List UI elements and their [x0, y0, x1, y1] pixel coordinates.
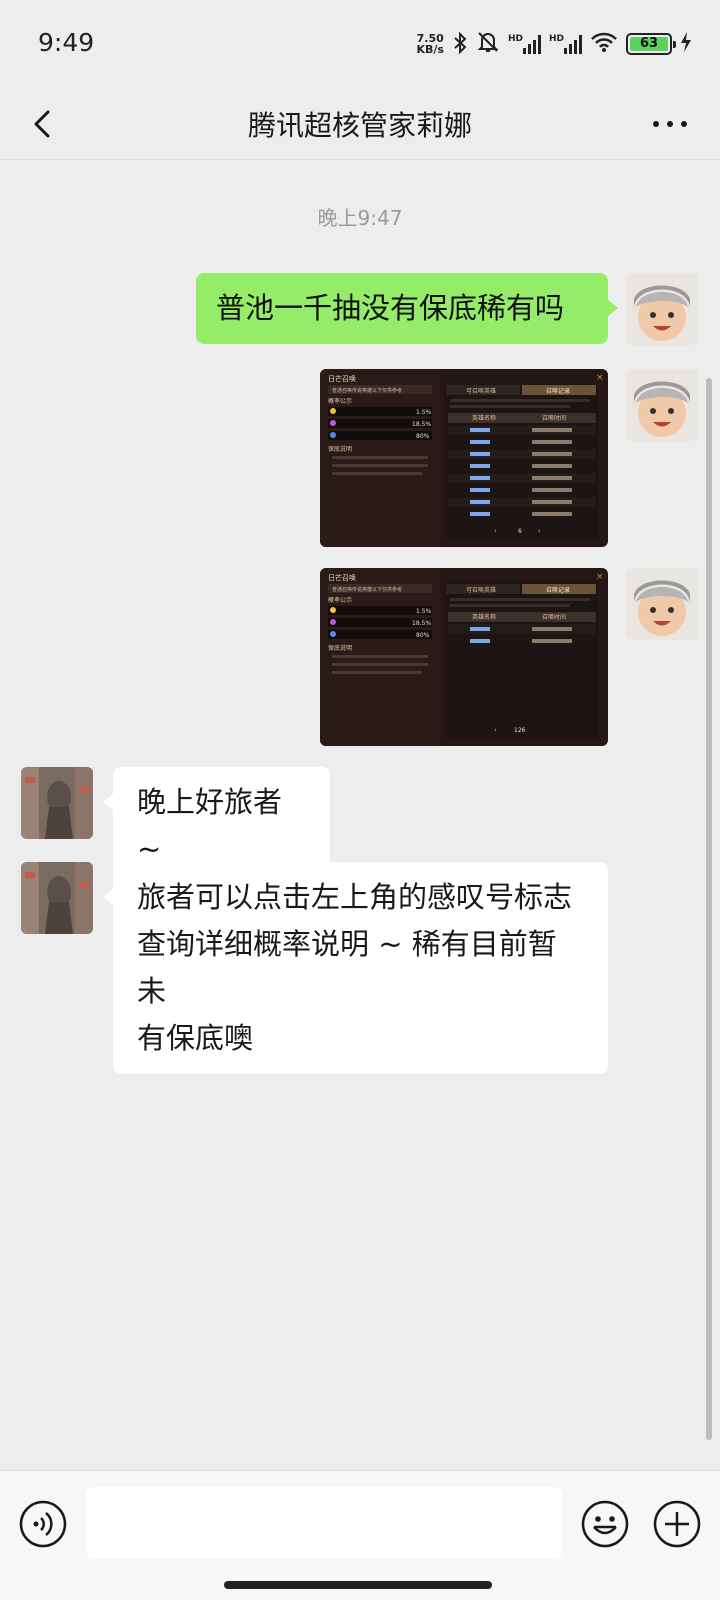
contact-avatar[interactable]	[21, 767, 93, 839]
message-timestamp: 晚上9:47	[317, 206, 403, 230]
svg-text:日芒召唤: 日芒召唤	[328, 374, 356, 383]
message-text: 普池一千抽没有保底稀有吗	[216, 291, 565, 325]
home-indicator[interactable]	[224, 1581, 492, 1589]
plus-button[interactable]	[652, 1499, 702, 1549]
svg-text:召唤时间: 召唤时间	[542, 414, 566, 422]
charging-icon	[680, 31, 692, 57]
voice-button[interactable]	[18, 1499, 68, 1549]
svg-text:普通召唤传说英雄以下仅供参考: 普通召唤传说英雄以下仅供参考	[332, 586, 402, 593]
status-time: 9:49	[38, 28, 95, 57]
status-icons: 7.50 KB/s HD HD 63	[416, 30, 692, 58]
signal-icon: HD	[549, 34, 582, 54]
scrollbar[interactable]	[706, 378, 712, 1440]
svg-text:召唤记录: 召唤记录	[546, 586, 570, 594]
network-speed: 7.50 KB/s	[416, 33, 443, 55]
battery-icon: 63	[626, 33, 676, 55]
message-text-line: 旅者可以点击左上角的感叹号标志	[137, 880, 573, 914]
hd-label: HD	[548, 34, 564, 44]
message-text-line: 有保底噢	[137, 1021, 254, 1055]
message-input[interactable]	[86, 1487, 562, 1559]
svg-text:‹: ‹	[494, 527, 497, 535]
svg-text:‹: ‹	[494, 726, 497, 734]
bluetooth-icon	[452, 31, 468, 57]
svg-text:普通召唤传说英雄以下仅供参考: 普通召唤传说英雄以下仅供参考	[332, 387, 402, 394]
my-avatar[interactable]	[626, 369, 698, 441]
svg-text:80%: 80%	[416, 632, 430, 639]
message-bubble-sent[interactable]: 普池一千抽没有保底稀有吗	[196, 273, 618, 344]
chat-header: 腾讯超核管家莉娜	[0, 88, 720, 160]
svg-text:保底说明: 保底说明	[328, 445, 352, 453]
svg-text:概率公示: 概率公示	[328, 596, 352, 604]
image-message[interactable]: 日芒召唤 普通召唤传说英雄以下仅供参考 概率公示 1.5% 18.5% 80% …	[320, 568, 608, 746]
signal-icon: HD	[508, 34, 541, 54]
input-bar	[0, 1470, 720, 1600]
network-speed-unit: KB/s	[416, 43, 444, 56]
emoji-icon	[581, 1500, 629, 1548]
svg-text:›: ›	[538, 527, 541, 535]
my-avatar[interactable]	[626, 273, 698, 345]
image-message[interactable]: 日芒召唤 普通召唤传说英雄以下仅供参考 概率公示 1.5% 18.5% 80% …	[320, 369, 608, 547]
svg-text:×: ×	[596, 572, 604, 582]
contact-avatar[interactable]	[21, 862, 93, 934]
svg-text:80%: 80%	[416, 433, 430, 440]
more-dots-icon	[653, 121, 687, 127]
status-bar: 9:49 7.50 KB/s HD HD 63	[0, 0, 720, 88]
svg-text:126: 126	[514, 727, 526, 734]
svg-text:日芒召唤: 日芒召唤	[328, 573, 356, 582]
chat-title: 腾讯超核管家莉娜	[247, 109, 472, 142]
battery-level: 63	[630, 37, 668, 51]
svg-text:召唤记录: 召唤记录	[546, 387, 570, 395]
svg-text:18.5%: 18.5%	[412, 620, 431, 627]
svg-text:英雄名称: 英雄名称	[472, 613, 496, 621]
more-button[interactable]	[648, 102, 692, 146]
message-bubble-received[interactable]: 旅者可以点击左上角的感叹号标志 查询详细概率说明 ~ 稀有目前暂未 有保底噢	[103, 862, 608, 1074]
wifi-icon	[590, 31, 618, 57]
plus-icon	[653, 1500, 701, 1548]
svg-text:1.5%: 1.5%	[416, 409, 432, 416]
svg-text:×: ×	[596, 373, 604, 383]
my-avatar[interactable]	[626, 568, 698, 640]
svg-text:1.5%: 1.5%	[416, 608, 432, 615]
message-text-line: 查询详细概率说明 ~ 稀有目前暂未	[137, 927, 557, 1008]
svg-text:英雄名称: 英雄名称	[472, 414, 496, 422]
svg-text:概率公示: 概率公示	[328, 397, 352, 405]
message-text: 晚上好旅者 ~	[137, 785, 283, 866]
svg-text:可召唤英雄: 可召唤英雄	[466, 387, 496, 395]
svg-text:18.5%: 18.5%	[412, 421, 431, 428]
emoji-button[interactable]	[580, 1499, 630, 1549]
voice-icon	[19, 1500, 67, 1548]
hd-label: HD	[507, 34, 523, 44]
svg-text:可召唤英雄: 可召唤英雄	[466, 586, 496, 594]
svg-text:召唤时间: 召唤时间	[542, 613, 566, 621]
svg-text:保底说明: 保底说明	[328, 644, 352, 652]
svg-text:6: 6	[518, 528, 522, 535]
mute-bell-icon	[476, 30, 500, 58]
